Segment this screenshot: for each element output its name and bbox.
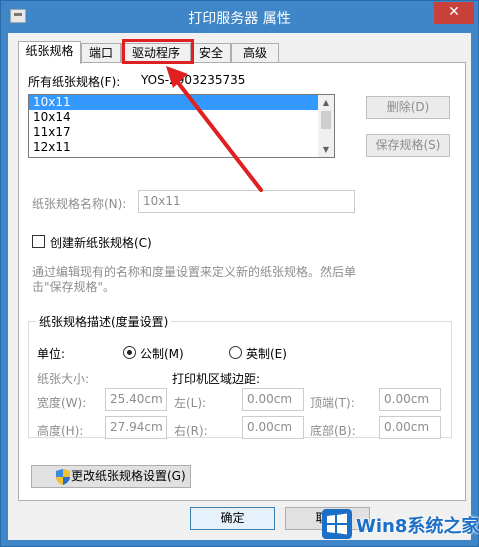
delete-button[interactable]: 删除(D) xyxy=(366,96,450,119)
right-margin-label: 右(R): xyxy=(174,424,208,438)
watermark-text: Win8系统之家 xyxy=(356,516,479,537)
form-name-label: 纸张规格名称(N): xyxy=(32,197,127,211)
site-watermark: Win8系统之家 xyxy=(322,506,479,544)
form-description-title: 纸张规格描述(度量设置) xyxy=(36,313,172,330)
forms-listbox[interactable]: 10x11 10x14 11x17 12x11 ▲ ▼ xyxy=(28,94,335,158)
window-title: 打印服务器 属性 xyxy=(188,11,291,27)
tab-strip: 纸张规格 端口 驱动程序 安全 高级 xyxy=(8,41,471,64)
printer-margins-label: 打印机区域边距: xyxy=(172,372,261,386)
english-label[interactable]: 英制(E) xyxy=(246,345,287,362)
bottom-margin-label: 底部(B): xyxy=(310,424,356,438)
units-label: 单位: xyxy=(37,347,66,361)
uac-shield-icon xyxy=(56,469,70,485)
tab-security[interactable]: 安全 xyxy=(191,43,231,63)
top-margin-label: 顶端(T): xyxy=(310,396,355,410)
windows-logo-icon xyxy=(322,509,352,539)
change-form-settings-label: 更改纸张规格设置(G) xyxy=(71,469,186,483)
close-button[interactable]: ✕ xyxy=(434,2,474,24)
listbox-scrollbar[interactable]: ▲ ▼ xyxy=(318,95,334,157)
paper-size-label: 纸张大小: xyxy=(37,372,90,386)
bottom-margin-field[interactable]: 0.00cm xyxy=(379,416,441,439)
change-form-settings-button[interactable]: 更改纸张规格设置(G) xyxy=(31,465,191,488)
list-item[interactable]: 10x14 xyxy=(29,110,334,125)
left-margin-label: 左(L): xyxy=(174,396,207,410)
create-new-form-checkbox[interactable] xyxy=(32,235,45,248)
scroll-up-arrow-icon[interactable]: ▲ xyxy=(318,95,334,110)
width-label: 宽度(W): xyxy=(37,396,87,410)
scroll-down-arrow-icon[interactable]: ▼ xyxy=(318,142,334,157)
height-field[interactable]: 27.94cm xyxy=(105,416,167,439)
list-item[interactable]: 11x17 xyxy=(29,125,334,140)
tab-ports[interactable]: 端口 xyxy=(81,43,121,63)
metric-radio[interactable] xyxy=(123,346,136,359)
list-item[interactable]: 10x11 xyxy=(29,95,334,110)
tab-advanced[interactable]: 高级 xyxy=(231,43,279,63)
title-bar[interactable]: 打印服务器 属性 ✕ xyxy=(1,1,478,33)
list-item[interactable]: 12x11 xyxy=(29,140,334,155)
drivers-tab-highlight-box xyxy=(122,39,194,64)
dialog-client: 纸张规格 端口 驱动程序 安全 高级 所有纸张规格(F): YOS-290323… xyxy=(8,33,471,540)
height-label: 高度(H): xyxy=(37,424,84,438)
scroll-thumb[interactable] xyxy=(321,111,331,129)
tab-forms[interactable]: 纸张规格 xyxy=(18,41,81,64)
all-forms-label: 所有纸张规格(F): xyxy=(28,75,121,89)
save-form-button[interactable]: 保存规格(S) xyxy=(366,134,450,157)
form-name-field[interactable]: 10x11 xyxy=(138,190,355,213)
right-margin-field[interactable]: 0.00cm xyxy=(242,416,304,439)
metric-label[interactable]: 公制(M) xyxy=(140,345,184,362)
create-new-form-label[interactable]: 创建新纸张规格(C) xyxy=(50,234,152,251)
english-radio[interactable] xyxy=(229,346,242,359)
print-server-properties-window: 打印服务器 属性 ✕ 纸张规格 端口 驱动程序 安全 高级 所有纸张规格(F):… xyxy=(0,0,479,547)
width-field[interactable]: 25.40cm xyxy=(105,388,167,411)
ok-button[interactable]: 确定 xyxy=(190,507,275,530)
top-margin-field[interactable]: 0.00cm xyxy=(379,388,441,411)
server-name: YOS-2903235735 xyxy=(141,73,246,87)
left-margin-field[interactable]: 0.00cm xyxy=(242,388,304,411)
hint-text-line-2: 击"保存规格"。 xyxy=(32,280,116,294)
